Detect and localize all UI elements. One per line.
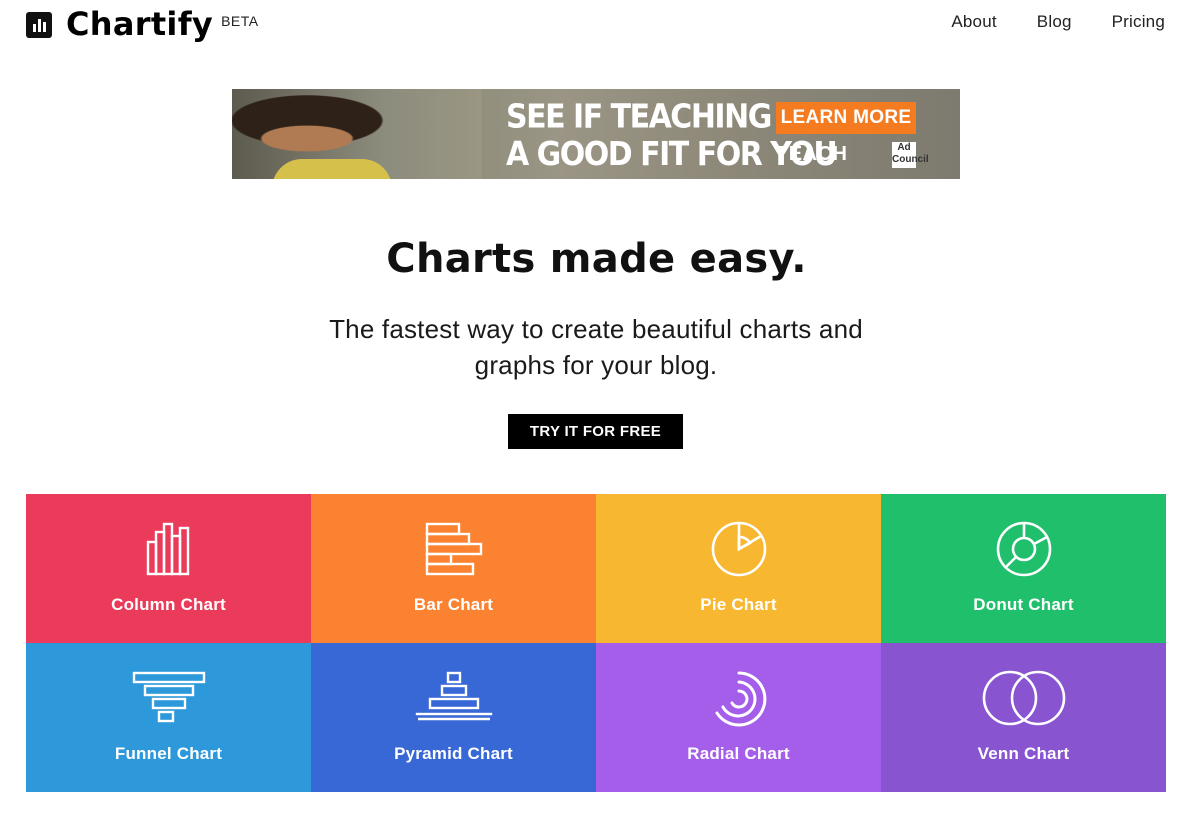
brand-logo[interactable]: Chartify BETA — [26, 4, 259, 44]
column-chart-icon — [146, 522, 189, 576]
pyramid-chart-icon — [415, 671, 492, 721]
ad-sponsor: TEACH — [776, 143, 848, 165]
ad-photo — [232, 89, 482, 179]
tile-label: Pie Chart — [700, 595, 777, 614]
tile-bar-chart[interactable]: Bar Chart — [311, 494, 596, 643]
site-header: Chartify BETA About Blog Pricing — [0, 0, 1193, 50]
ad-learn-more-button[interactable]: LEARN MORE — [776, 102, 916, 134]
tile-label: Column Chart — [111, 595, 226, 614]
bar-chart-logo-icon — [26, 12, 52, 38]
hero-title: Charts made easy. — [386, 236, 807, 282]
nav-pricing[interactable]: Pricing — [1112, 12, 1165, 32]
hero-subtitle: The fastest way to create beautiful char… — [329, 314, 863, 380]
nav-blog[interactable]: Blog — [1037, 12, 1072, 32]
brand-name: Chartify — [66, 5, 214, 43]
ad-council-badge: Ad Council — [892, 142, 929, 168]
main-nav: About Blog Pricing — [951, 12, 1165, 32]
nav-about[interactable]: About — [951, 12, 996, 32]
tile-label: Funnel Chart — [114, 744, 223, 763]
pie-chart-icon — [711, 521, 766, 577]
beta-badge: BETA — [221, 13, 259, 29]
chart-types-grid: Column Chart Bar Chart Pie Chart Donut C… — [26, 494, 1166, 792]
tile-donut-chart[interactable]: Donut Chart — [881, 494, 1166, 643]
tile-venn-chart[interactable]: Venn Chart — [881, 643, 1166, 792]
try-free-button[interactable]: TRY IT FOR FREE — [508, 414, 683, 449]
tile-label: Bar Chart — [413, 595, 494, 614]
tile-pie-chart[interactable]: Pie Chart — [596, 494, 881, 643]
bar-chart-icon — [425, 522, 482, 576]
ad-banner[interactable]: SEE IF TEACHING IS A GOOD FIT FOR YOU LE… — [232, 89, 960, 179]
donut-chart-icon — [996, 521, 1051, 577]
tile-label: Radial Chart — [687, 744, 790, 763]
radial-chart-icon — [715, 671, 766, 727]
tile-label: Pyramid Chart — [394, 744, 513, 763]
tile-label: Venn Chart — [977, 744, 1070, 763]
venn-chart-icon — [982, 670, 1065, 726]
tile-funnel-chart[interactable]: Funnel Chart — [26, 643, 311, 792]
tile-radial-chart[interactable]: Radial Chart — [596, 643, 881, 792]
funnel-chart-icon — [132, 671, 205, 723]
tile-pyramid-chart[interactable]: Pyramid Chart — [311, 643, 596, 792]
tile-label: Donut Chart — [973, 595, 1074, 614]
tile-column-chart[interactable]: Column Chart — [26, 494, 311, 643]
